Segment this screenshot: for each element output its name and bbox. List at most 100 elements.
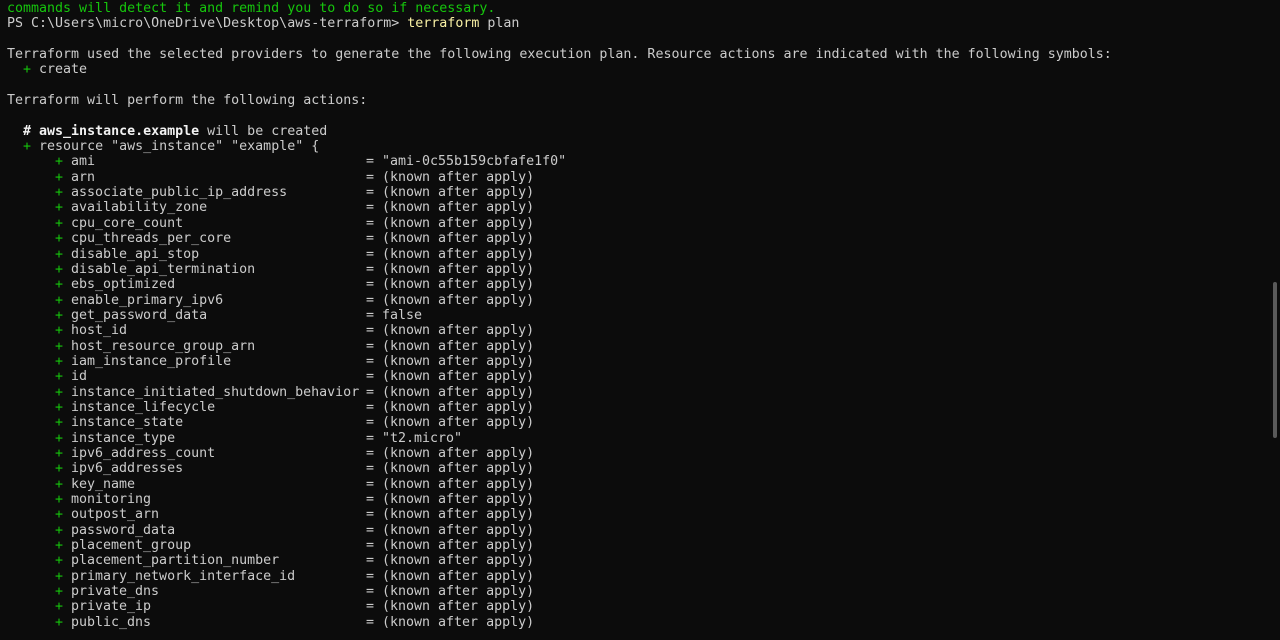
attribute-row: + host_resource_group_arn = (known after ap… (7, 339, 1268, 354)
attribute-row: + private_ip = (known after apply) (7, 599, 1268, 614)
attribute-value: (known after apply) (382, 476, 535, 492)
attribute-value: (known after apply) (382, 445, 535, 461)
attribute-value: (known after apply) (382, 553, 535, 569)
attribute-value: (known after apply) (382, 599, 535, 615)
equals-sign: = (366, 246, 375, 262)
attribute-value: (known after apply) (382, 292, 535, 308)
attribute-row: + enable_primary_ipv6 = (known after apply) (7, 293, 1268, 308)
equals-sign: = (366, 215, 375, 231)
equals-sign: = (366, 568, 375, 584)
attribute-value: (known after apply) (382, 384, 535, 400)
plus-symbol: + (55, 476, 64, 492)
terminal-window[interactable]: commands will detect it and remind you t… (0, 0, 1280, 640)
equals-sign: = (366, 338, 375, 354)
attribute-row: + ipv6_address_count = (known after apply) (7, 446, 1268, 461)
equals-sign: = (366, 277, 375, 293)
attribute-name: id (71, 369, 88, 385)
attribute-name: private_ip (71, 599, 152, 615)
resource-address: aws_instance.example (39, 123, 200, 139)
plus-symbol: + (55, 507, 64, 523)
equals-sign: = (366, 353, 375, 369)
attribute-row: + instance_state = (known after apply) (7, 415, 1268, 430)
equals-sign: = (366, 154, 375, 170)
attribute-name: ipv6_address_count (71, 445, 216, 461)
equals-sign: = (366, 169, 375, 185)
attribute-value: (known after apply) (382, 461, 535, 477)
plus-symbol: + (23, 62, 32, 78)
attribute-list: + ami = "ami-0c55b159cbfafe1f0" + arn = (known … (7, 154, 1268, 630)
resource-declaration: + resource "aws_instance" "example" { (7, 139, 1268, 154)
attribute-value: (known after apply) (382, 169, 535, 185)
attribute-value: (known after apply) (382, 538, 535, 554)
attribute-name: placement_partition_number (71, 553, 280, 569)
equals-sign: = (366, 384, 375, 400)
plus-symbol: + (55, 323, 64, 339)
attribute-value: (known after apply) (382, 261, 535, 277)
plus-symbol: + (55, 384, 64, 400)
resource-line: resource "aws_instance" "example" { (39, 139, 320, 155)
attribute-value: "t2.micro" (382, 430, 463, 446)
equals-sign: = (366, 553, 375, 569)
attribute-name: private_dns (71, 584, 160, 600)
attribute-name: primary_network_interface_id (71, 568, 296, 584)
attribute-row: + placement_partition_number = (known after… (7, 553, 1268, 568)
equals-sign: = (366, 614, 375, 630)
plus-symbol: + (55, 584, 64, 600)
attribute-name: instance_initiated_shutdown_behavior (71, 384, 360, 400)
equals-sign: = (366, 185, 375, 201)
symbol-label: create (39, 62, 88, 78)
attribute-row: + disable_api_stop = (known after apply) (7, 247, 1268, 262)
attribute-name: disable_api_termination (71, 261, 256, 277)
plus-symbol: + (55, 154, 64, 170)
attribute-value: (known after apply) (382, 584, 535, 600)
attribute-row: + iam_instance_profile = (known after apply… (7, 354, 1268, 369)
plus-symbol: + (55, 445, 64, 461)
prompt-line: PS C:\Users\micro\OneDrive\Desktop\aws-t… (7, 16, 1268, 31)
equals-sign: = (366, 584, 375, 600)
equals-sign: = (366, 430, 375, 446)
attribute-row: + password_data = (known after apply) (7, 523, 1268, 538)
equals-sign: = (366, 231, 375, 247)
attribute-row: + id = (known after apply) (7, 369, 1268, 384)
attribute-row: + instance_lifecycle = (known after apply) (7, 400, 1268, 415)
attribute-name: public_dns (71, 614, 152, 630)
attribute-row: + arn = (known after apply) (7, 170, 1268, 185)
plus-symbol: + (55, 200, 64, 216)
plus-symbol: + (55, 599, 64, 615)
attribute-name: instance_state (71, 415, 184, 431)
attribute-row: + primary_network_interface_id = (known aft… (7, 569, 1268, 584)
equals-sign: = (366, 492, 375, 507)
attribute-name: instance_type (71, 430, 176, 446)
attribute-name: get_password_data (71, 307, 208, 323)
attribute-value: (known after apply) (382, 614, 535, 630)
plus-symbol: + (55, 185, 64, 201)
equals-sign: = (366, 445, 375, 461)
attribute-row: + public_dns = (known after apply) (7, 615, 1268, 630)
plus-symbol: + (55, 215, 64, 231)
scrollbar-thumb[interactable] (1273, 282, 1277, 438)
plus-symbol: + (55, 568, 64, 584)
plus-symbol: + (55, 277, 64, 293)
attribute-value: (known after apply) (382, 215, 535, 231)
attribute-value: (known after apply) (382, 323, 535, 339)
attribute-row: + key_name = (known after apply) (7, 477, 1268, 492)
plus-symbol: + (55, 492, 64, 507)
equals-sign: = (366, 307, 375, 323)
plus-symbol: + (55, 461, 64, 477)
resource-comment-rest: will be created (207, 123, 328, 139)
attribute-row: + cpu_core_count = (known after apply) (7, 216, 1268, 231)
attribute-name: outpost_arn (71, 507, 160, 523)
equals-sign: = (366, 476, 375, 492)
attribute-name: cpu_threads_per_core (71, 231, 232, 247)
attribute-value: (known after apply) (382, 369, 535, 385)
equals-sign: = (366, 200, 375, 216)
attribute-row: + placement_group = (known after apply) (7, 538, 1268, 553)
plus-symbol: + (55, 261, 64, 277)
attribute-name: ipv6_addresses (71, 461, 184, 477)
actions-line: Terraform will perform the following act… (7, 93, 368, 109)
attribute-name: arn (71, 169, 96, 185)
intro-line: Terraform used the selected providers to… (7, 47, 1112, 63)
terminal-output: commands will detect it and remind you t… (7, 1, 1268, 630)
plus-symbol: + (55, 430, 64, 446)
attribute-name: host_id (71, 323, 128, 339)
